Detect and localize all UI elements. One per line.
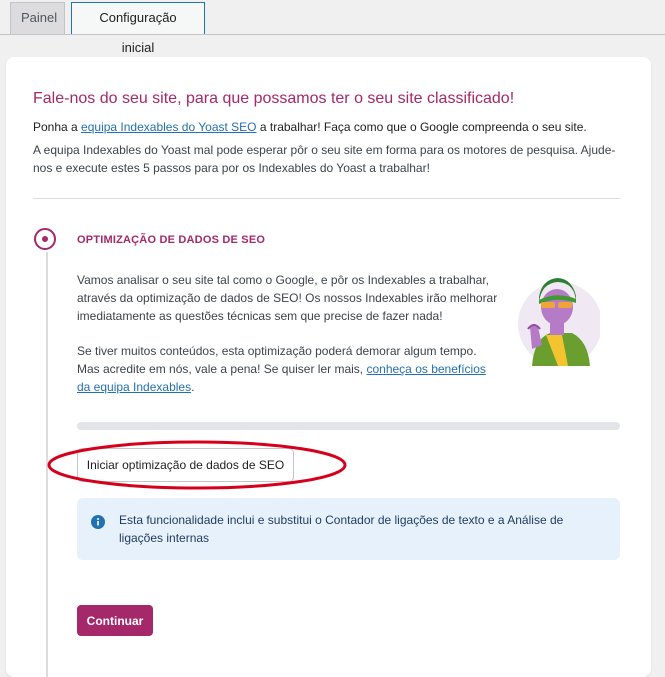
intro-text-2: A equipa Indexables do Yoast mal pode es…	[33, 143, 616, 175]
step-title: OPTIMIZAÇÃO DE DADOS DE SEO	[77, 234, 266, 246]
page-title: Fale-nos do seu site, para que possamos …	[33, 90, 515, 107]
indexables-team-link[interactable]: equipa Indexables do Yoast SEO	[81, 120, 256, 134]
step-indicator-dot	[42, 236, 48, 242]
intro-text: Ponha a equipa Indexables do Yoast SEO a…	[33, 118, 623, 136]
tab-bar: Painel Configuração inicial	[0, 0, 665, 55]
step-indicator	[34, 228, 56, 250]
setup-card: Fale-nos do seu site, para que possamos …	[6, 57, 651, 677]
continue-button[interactable]: Continuar	[77, 605, 153, 636]
seo-optimization-progress-bar	[77, 422, 620, 430]
intro-prefix: Ponha a	[33, 120, 82, 134]
intro-suffix: a trabalhar! Faça como que o Google comp…	[256, 120, 587, 134]
info-icon	[91, 515, 105, 529]
step-description: Vamos analisar o seu site tal como o Goo…	[77, 273, 498, 323]
start-seo-optimization-button[interactable]: Iniciar optimização de dados de SEO	[77, 448, 294, 482]
indexable-character-illustration	[518, 278, 600, 366]
tabs-divider	[0, 34, 665, 35]
tab-configuracao-inicial[interactable]: Configuração inicial	[71, 2, 205, 55]
step-description-2: Se tiver muitos conteúdos, esta optimiza…	[77, 342, 502, 396]
tab-painel[interactable]: Painel	[10, 2, 65, 34]
step-connector-line	[46, 252, 48, 677]
step-description-2-suffix: .	[191, 380, 195, 394]
info-notice-text: Esta funcionalidade inclui e substitui o…	[119, 513, 564, 545]
info-notice: Esta funcionalidade inclui e substitui o…	[77, 498, 620, 560]
divider	[33, 198, 620, 199]
